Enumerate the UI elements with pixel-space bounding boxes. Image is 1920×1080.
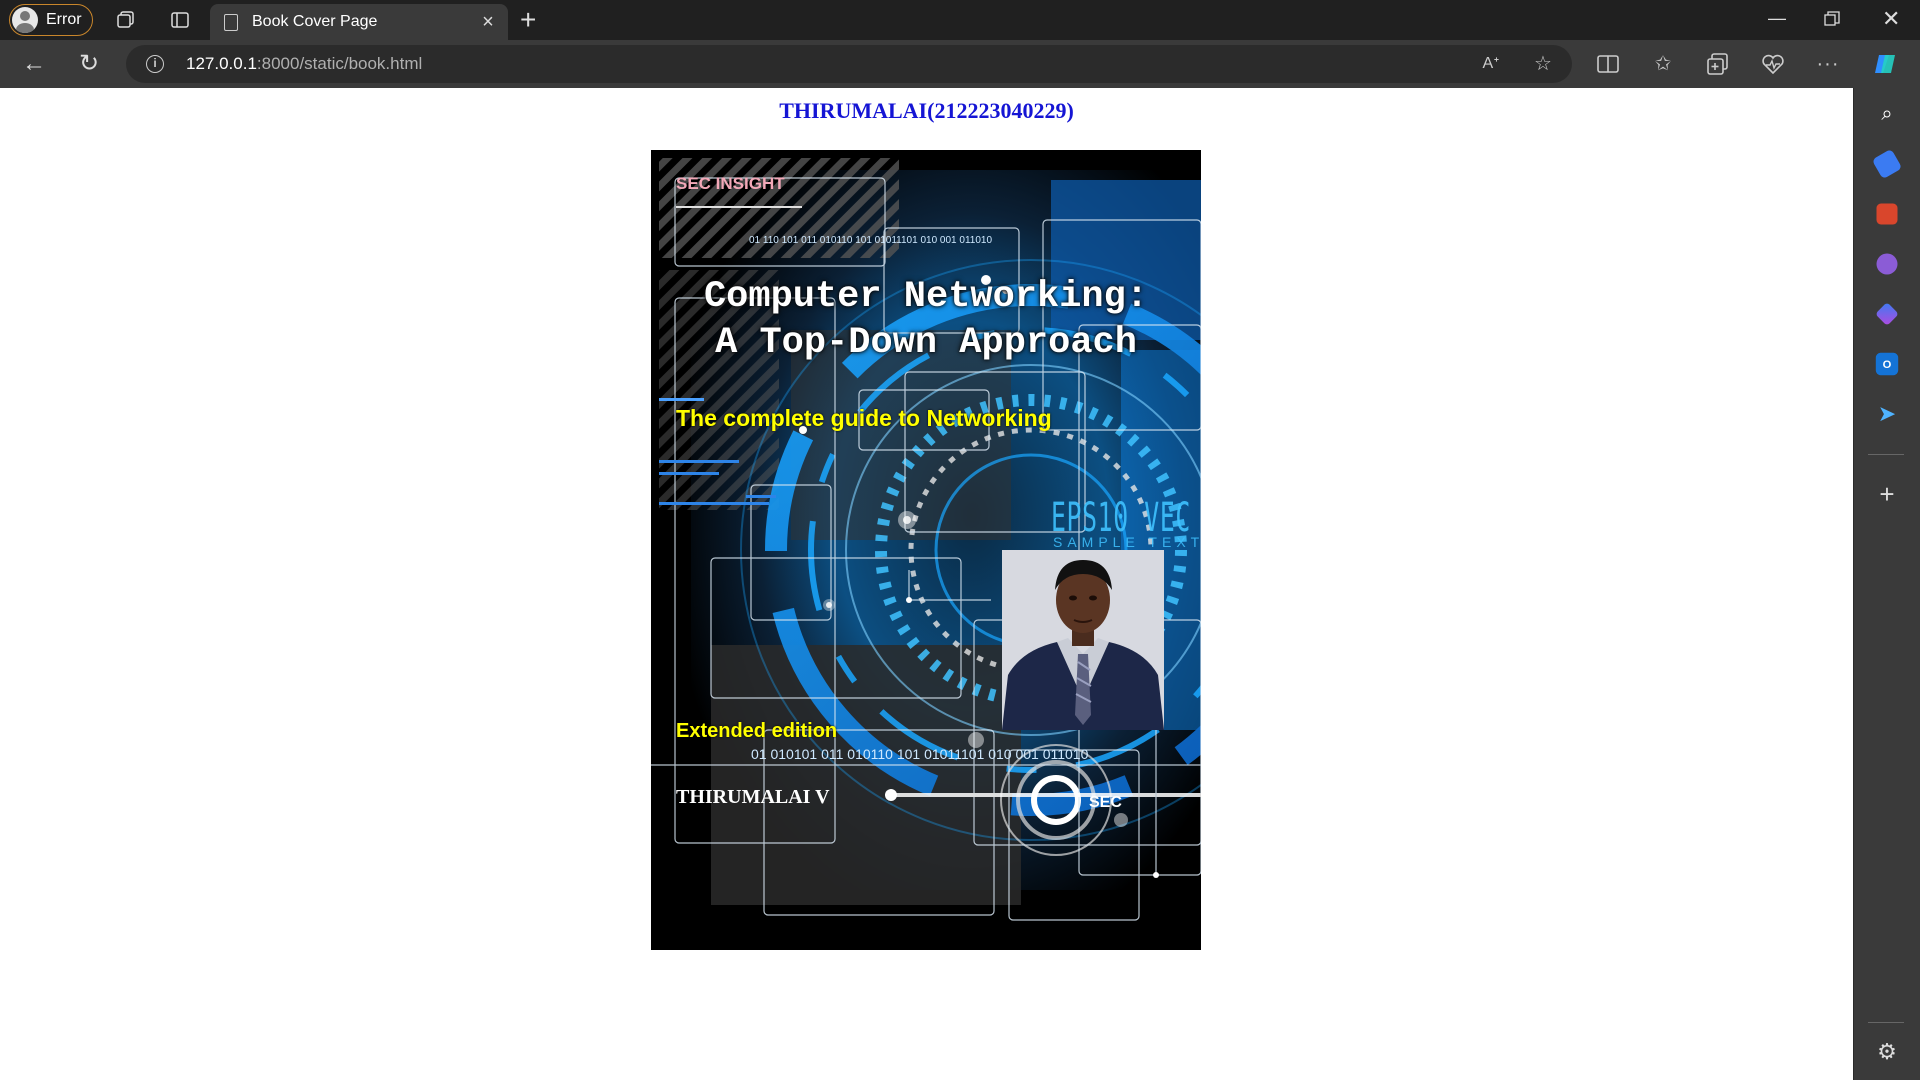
book-cover: SEC INSIGHT 01 110 101 011 010110 101 01… — [651, 150, 1201, 950]
search-icon[interactable]: ⌕ — [1873, 100, 1901, 128]
tab-strip: Error Book Cover Page × + — ✕ — [0, 0, 1920, 40]
series-label: SEC INSIGHT — [676, 174, 785, 193]
tools-icon[interactable] — [1876, 203, 1898, 225]
author-name: THIRUMALAI V — [676, 786, 830, 808]
publisher-badge: SEC — [1089, 794, 1122, 811]
restore-icon[interactable] — [1824, 11, 1840, 27]
book-title: Computer Networking: A Top-Down Approach — [651, 274, 1201, 366]
sidebar-divider-bottom — [1868, 1022, 1904, 1023]
book-title-line2: A Top-Down Approach — [715, 322, 1137, 364]
add-icon[interactable]: + — [1873, 480, 1901, 508]
drop-icon[interactable]: ➤ — [1873, 400, 1901, 428]
back-icon[interactable]: ← — [22, 52, 46, 76]
shopping-tag-icon[interactable] — [1871, 148, 1903, 180]
binary-text-top: 01 110 101 011 010110 101 01011101 010 0… — [749, 235, 993, 246]
address-bar[interactable]: i 127.0.0.1:8000/static/book.html Aᐩ ☆ — [126, 45, 1572, 83]
page-heading: THIRUMALAI(212223040229) — [779, 98, 1074, 123]
favorite-star-icon[interactable]: ☆ — [1530, 51, 1556, 77]
split-screen-icon[interactable] — [1595, 51, 1621, 77]
favorites-icon[interactable]: ✩ — [1650, 51, 1676, 77]
microsoft-365-icon[interactable] — [1875, 302, 1899, 326]
new-tab-icon[interactable]: + — [520, 6, 536, 34]
close-tab-icon[interactable]: × — [478, 12, 498, 32]
avatar-icon — [12, 7, 38, 33]
workspaces-icon[interactable] — [116, 10, 136, 30]
book-subtitle: The complete guide to Networking — [676, 405, 1052, 431]
outlook-icon[interactable]: O — [1875, 352, 1899, 376]
refresh-icon[interactable]: ↻ — [77, 52, 101, 76]
collections-icon[interactable] — [1705, 51, 1731, 77]
book-title-line1: Computer Networking: — [703, 276, 1149, 318]
games-icon[interactable] — [1876, 253, 1898, 275]
author-photo — [1002, 550, 1164, 730]
url-text[interactable]: 127.0.0.1:8000/static/book.html — [186, 54, 422, 74]
tab-title: Book Cover Page — [252, 13, 378, 30]
browser-essentials-icon[interactable] — [1760, 51, 1786, 77]
site-info-icon[interactable]: i — [146, 55, 164, 73]
copilot-icon[interactable] — [1871, 49, 1901, 79]
binary-text-bottom: 01 010101 011 010110 101 01011101 010 00… — [751, 746, 1089, 762]
page-viewport: THIRUMALAI(212223040229) SEC INSIGHT 01 … — [0, 88, 1853, 1080]
sidebar-divider — [1868, 454, 1904, 455]
navigation-bar: ← ↻ i 127.0.0.1:8000/static/book.html Aᐩ… — [0, 40, 1920, 88]
settings-icon[interactable]: ⚙ — [1873, 1038, 1901, 1066]
page-icon — [224, 13, 238, 31]
series-underline — [676, 206, 802, 208]
edge-sidebar: ⌕ O ➤ + ⚙ — [1853, 88, 1920, 1080]
read-aloud-icon[interactable]: Aᐩ — [1478, 51, 1504, 77]
close-window-icon[interactable]: ✕ — [1882, 6, 1900, 32]
more-icon[interactable]: ··· — [1815, 51, 1841, 77]
tab-book-cover[interactable]: Book Cover Page × — [210, 4, 508, 40]
edition-label: Extended edition — [676, 720, 838, 742]
art-text-sample: SAMPLE TEXT — [1053, 534, 1201, 550]
profile-label: Error — [46, 11, 82, 28]
minimize-icon[interactable]: — — [1768, 8, 1786, 29]
profile-button[interactable]: Error — [9, 4, 93, 36]
tab-actions-icon[interactable] — [170, 10, 190, 30]
